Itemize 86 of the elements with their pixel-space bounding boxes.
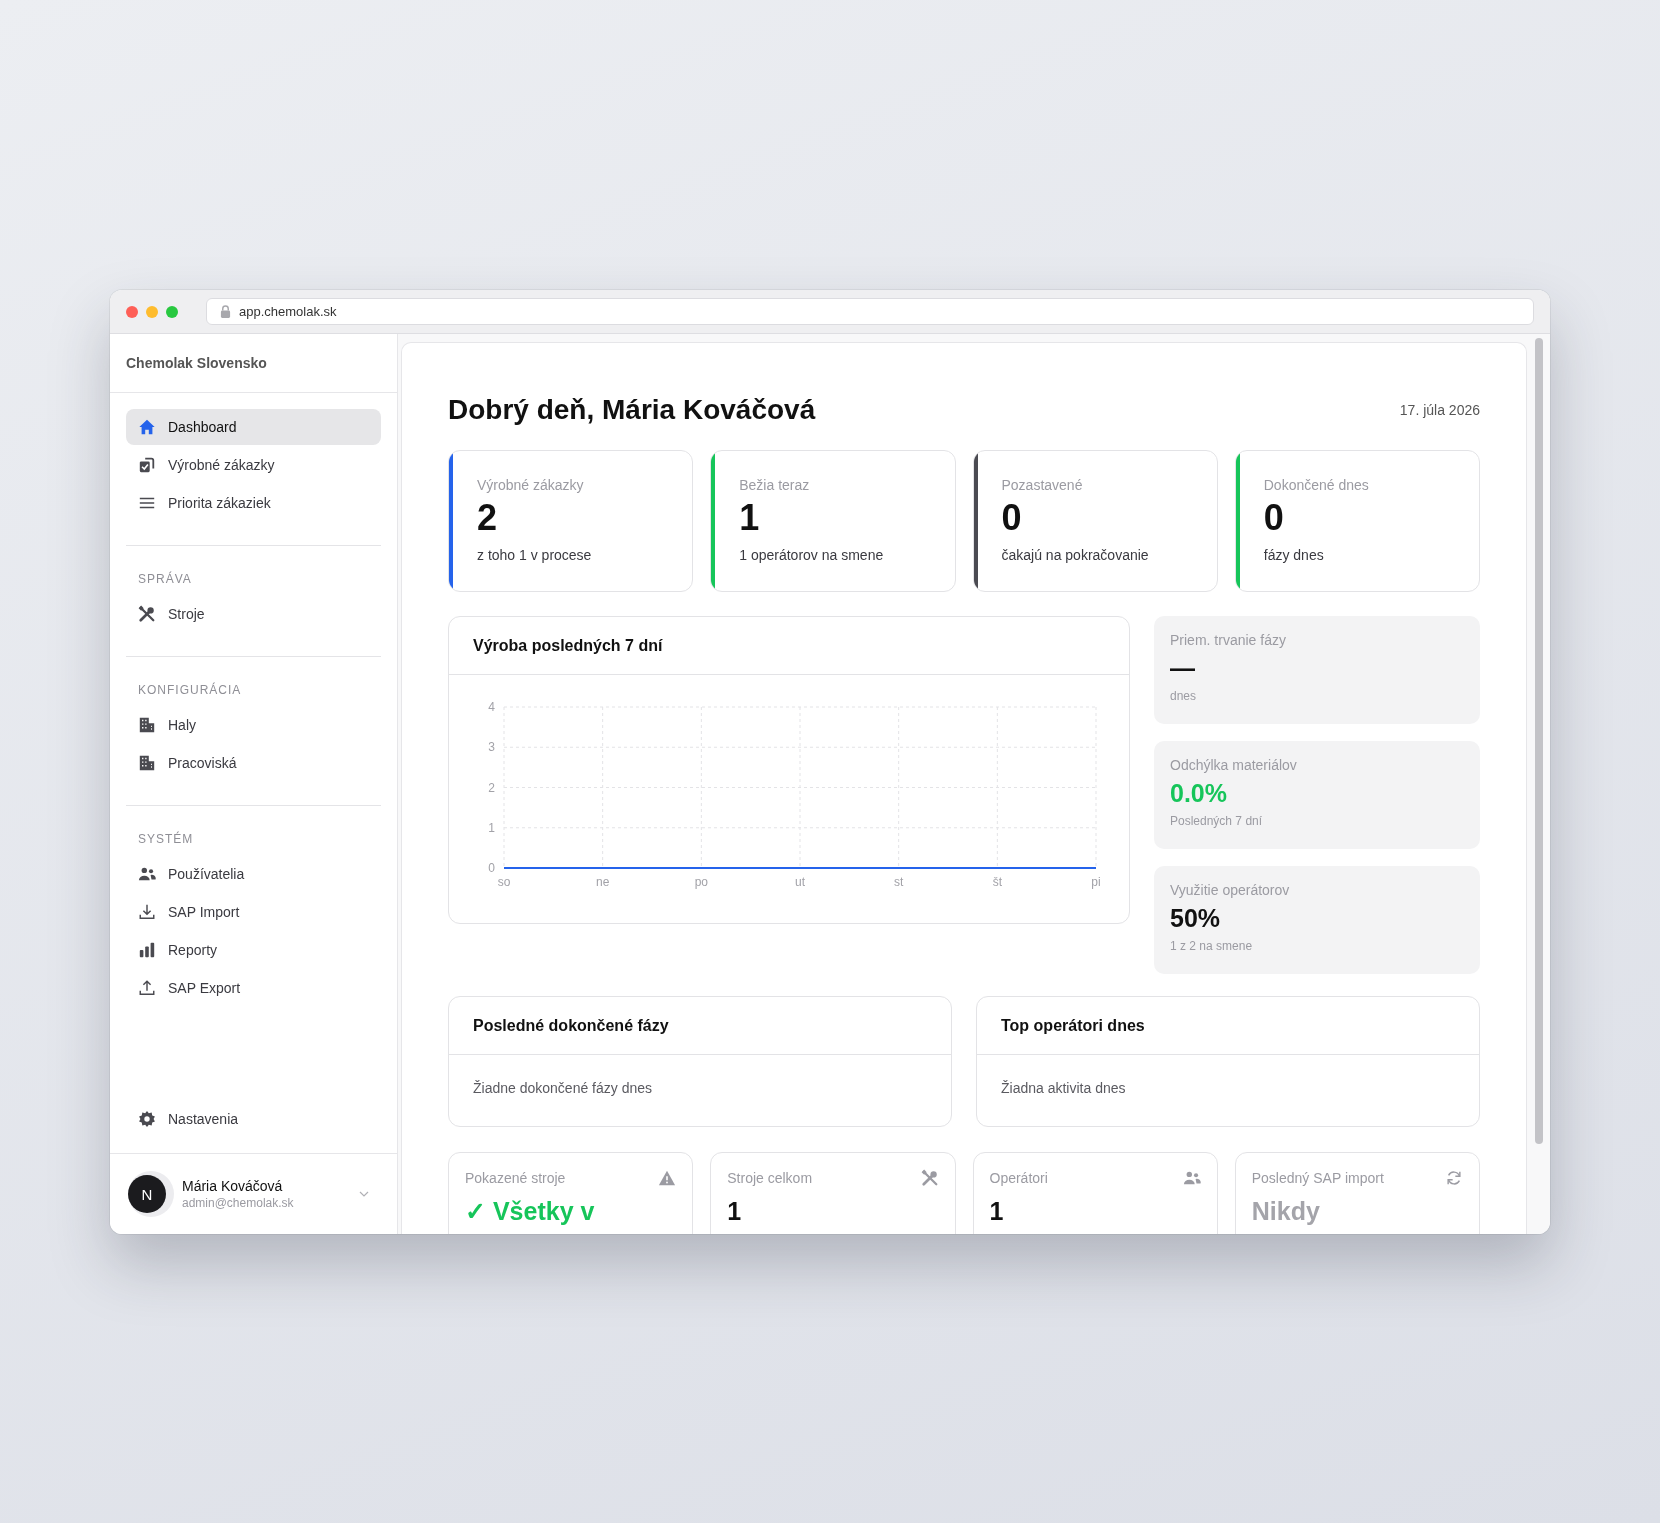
nav-item[interactable]: Nastavenia: [126, 1101, 381, 1137]
tools-icon: [138, 605, 156, 623]
section-heading: SYSTÉM: [137, 830, 195, 848]
download-icon: [138, 903, 156, 921]
stat-label: Bežia teraz: [739, 477, 811, 493]
nav-item[interactable]: Pracoviská: [126, 745, 381, 781]
metric-value: 50%: [1170, 904, 1222, 933]
stat-value: 1: [739, 497, 761, 539]
lock-icon: [220, 305, 231, 318]
y-tick-label: 0: [488, 861, 495, 875]
list-title: Top operátori dnes: [977, 997, 1479, 1055]
summary-value: 1: [727, 1197, 743, 1226]
nav-item[interactable]: SAP Export: [126, 970, 381, 1006]
building-icon: [138, 754, 156, 772]
address-bar[interactable]: app.chemolak.sk: [206, 298, 1534, 325]
metric-label: Odchýlka materiálov: [1170, 757, 1298, 773]
stat-label: Dokončené dnes: [1263, 477, 1370, 493]
users-icon: [138, 865, 156, 883]
stat-value: 0: [1263, 497, 1285, 539]
stat-note: 1 operátorov na smene: [739, 547, 885, 563]
user-name: Mária Kováčová: [182, 1178, 284, 1194]
stat-label: Výrobné zákazky: [477, 477, 585, 493]
metric-value: 0.0%: [1170, 779, 1228, 808]
stat-value: 0: [1001, 497, 1023, 539]
summary-value: ✓ Všetky v: [465, 1197, 596, 1226]
window-controls-drawing: [126, 305, 178, 318]
section-heading: SPRÁVA: [137, 570, 193, 588]
summary-label: Stroje celkom: [727, 1170, 813, 1186]
nav-item[interactable]: Dashboard: [126, 409, 381, 445]
stat-note: z toho 1 v procese: [477, 547, 593, 563]
building-icon: [138, 716, 156, 734]
metric-note: Posledných 7 dní: [1170, 814, 1264, 828]
metric-label: Priem. trvanie fázy: [1170, 632, 1287, 648]
y-tick-label: 1: [488, 820, 495, 835]
warning-icon: [658, 1169, 677, 1187]
metric-value: —: [1170, 654, 1196, 683]
summary-value: Nikdy: [1251, 1197, 1321, 1226]
nav-item[interactable]: Používatelia: [126, 856, 381, 892]
greeting-heading: Dobrý deň, Mária Kováčová: [448, 394, 816, 426]
y-tick-label: 4: [488, 700, 495, 714]
stat-value: 2: [477, 497, 499, 539]
nav-item[interactable]: Haly: [126, 707, 381, 743]
metric-note: dnes: [1170, 689, 1198, 703]
brand-name: Chemolak Slovensko: [110, 334, 397, 393]
summary-value: 1: [989, 1197, 1005, 1226]
user-email: admin@chemolak.sk: [182, 1196, 295, 1210]
nav-item[interactable]: Výrobné zákazky: [126, 447, 381, 483]
refresh-icon: [1445, 1169, 1463, 1187]
y-tick-label: 2: [488, 780, 495, 795]
user-menu[interactable]: N Mária Kováčová admin@chemolak.sk: [110, 1153, 397, 1234]
nav-item[interactable]: Priorita zákaziek: [126, 485, 381, 521]
summary-label: Pokazené stroje: [465, 1170, 566, 1186]
x-tick-label: po: [694, 875, 708, 889]
empty-message: Žiadne dokončené fázy dnes: [472, 1079, 653, 1098]
settings-icon: [138, 1110, 156, 1128]
y-tick-label: 3: [488, 740, 495, 755]
url-text: app.chemolak.sk: [239, 304, 337, 319]
scrollbar[interactable]: [1534, 338, 1543, 1144]
summary-label: Posledný SAP import: [1251, 1170, 1384, 1186]
empty-message: Žiadna aktivita dnes: [1000, 1079, 1127, 1098]
section-heading: KONFIGURÁCIA: [137, 681, 243, 699]
metric-label: Využitie operátorov: [1170, 882, 1291, 898]
x-tick-label: ut: [795, 875, 805, 889]
x-tick-label: št: [992, 875, 1002, 889]
x-tick-label: ne: [596, 875, 610, 889]
x-tick-label: st: [894, 875, 904, 889]
chevron-down-icon: [359, 1191, 369, 1197]
upload-icon: [138, 979, 156, 997]
clipboard-check-icon: [138, 456, 156, 474]
stat-note: čakajú na pokračovanie: [1001, 547, 1150, 563]
summary-label: Operátori: [989, 1170, 1048, 1186]
metric-note: 1 z 2 na smene: [1170, 939, 1254, 953]
stat-label: Pozastavené: [1001, 477, 1084, 493]
list-title: Posledné dokončené fázy: [449, 997, 951, 1055]
date-label: 17. júla 2026: [1399, 402, 1480, 418]
nav-item[interactable]: Stroje: [126, 596, 381, 632]
chart-title: Výroba posledných 7 dní: [449, 617, 1129, 675]
x-tick-label: pi: [1091, 875, 1101, 889]
home-icon: [138, 418, 156, 436]
nav-item[interactable]: Reporty: [126, 932, 381, 968]
nav-item[interactable]: SAP Import: [126, 894, 381, 930]
users-icon: [1182, 1169, 1201, 1187]
tools-icon: [920, 1169, 939, 1187]
x-tick-label: so: [497, 875, 511, 889]
stat-note: fázy dnes: [1263, 547, 1325, 563]
bar-chart-icon: [138, 941, 156, 959]
